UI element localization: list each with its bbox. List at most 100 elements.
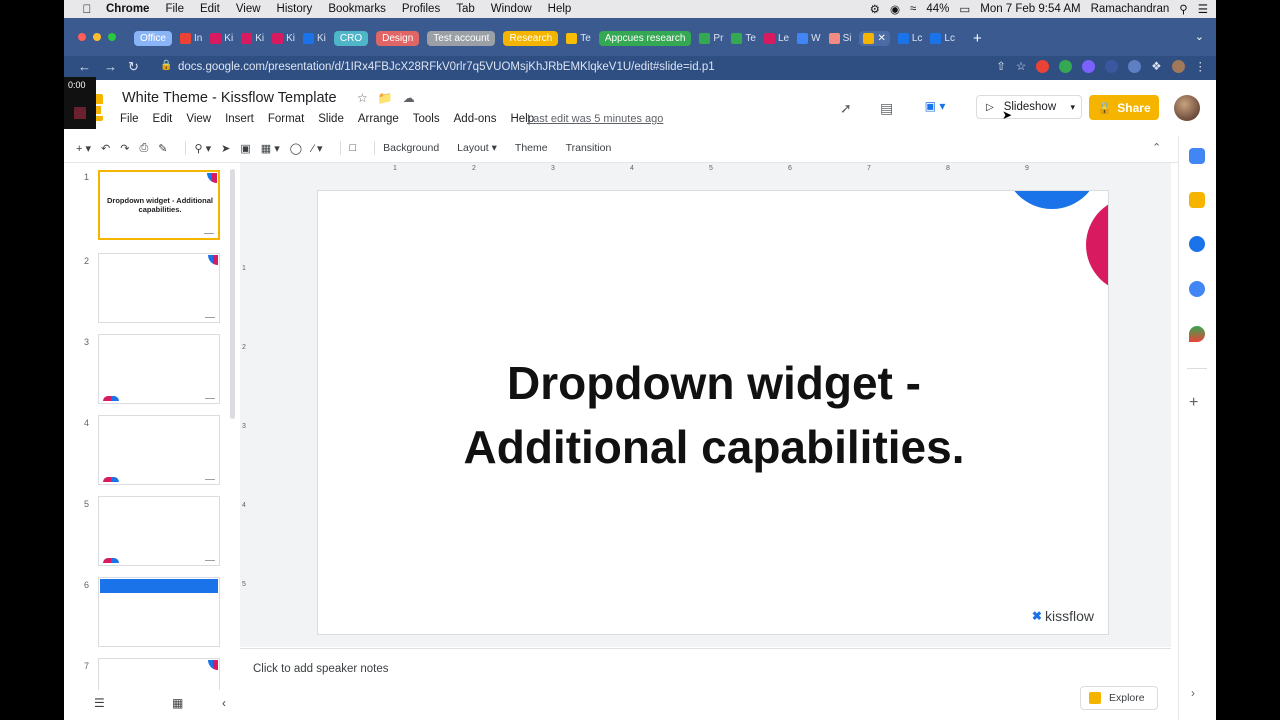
menu-slide[interactable]: Slide: [318, 113, 344, 125]
maps-icon[interactable]: [1189, 326, 1205, 342]
tab[interactable]: Ki: [303, 32, 326, 44]
mac-menu-help[interactable]: Help: [548, 3, 572, 15]
image-icon[interactable]: ▦ ▾: [261, 142, 280, 155]
menu-tools[interactable]: Tools: [413, 113, 440, 125]
text-box-icon[interactable]: ▣: [240, 142, 250, 155]
spotlight-icon[interactable]: ⚲: [1179, 2, 1187, 16]
background-button[interactable]: Background: [383, 142, 439, 154]
extension-icon[interactable]: [1128, 59, 1142, 73]
document-title[interactable]: White Theme - Kissflow Template: [122, 90, 337, 106]
back-icon[interactable]: ←: [78, 59, 91, 74]
tab-group-test-account[interactable]: Test account: [427, 30, 496, 46]
menu-view[interactable]: View: [186, 113, 211, 125]
reload-icon[interactable]: ↻: [128, 59, 139, 75]
bookmark-star-icon[interactable]: ☆: [1016, 59, 1026, 73]
apple-icon[interactable]: : [76, 2, 98, 16]
gear-icon[interactable]: ⚙: [870, 2, 880, 16]
slide-thumbnail-1[interactable]: Dropdown widget - Additional capabilitie…: [98, 170, 220, 240]
tasks-icon[interactable]: [1189, 236, 1205, 252]
tab-group-office[interactable]: Office: [134, 30, 172, 46]
more-icon[interactable]: ⋮: [1195, 59, 1207, 73]
speaker-notes[interactable]: Click to add speaker notes: [253, 663, 389, 675]
comments-icon[interactable]: ▤: [880, 100, 893, 117]
mac-menu-profiles[interactable]: Profiles: [402, 3, 440, 15]
redo-icon[interactable]: ↷: [120, 142, 129, 155]
lock-icon[interactable]: 🔒: [160, 60, 172, 71]
menu-file[interactable]: File: [120, 113, 139, 125]
mac-menu-window[interactable]: Window: [491, 3, 532, 15]
tab[interactable]: W: [797, 32, 821, 44]
extension-icon[interactable]: [1082, 59, 1096, 73]
transition-button[interactable]: Transition: [566, 142, 612, 154]
tab[interactable]: Ki: [210, 32, 233, 44]
slide-thumbnail-4[interactable]: [98, 415, 220, 485]
select-icon[interactable]: ➤: [221, 142, 230, 155]
tab-group-design[interactable]: Design: [376, 30, 420, 46]
filmstrip-scrollbar[interactable]: [230, 169, 235, 419]
theme-button[interactable]: Theme: [515, 142, 548, 154]
paint-format-icon[interactable]: ✎: [158, 142, 167, 155]
new-tab-button[interactable]: +: [973, 30, 982, 47]
vertical-ruler[interactable]: 1 2 3 4 5: [242, 190, 250, 635]
present-options-button[interactable]: ▣ ▾: [918, 95, 952, 117]
tab[interactable]: Ki: [241, 32, 264, 44]
add-addon-icon[interactable]: +: [1189, 394, 1198, 412]
horizontal-ruler[interactable]: 1 2 3 4 5 6 7 8 9: [318, 164, 1171, 176]
battery-icon[interactable]: ▭: [959, 2, 970, 16]
slideshow-dropdown-icon[interactable]: ▾: [1070, 102, 1075, 113]
collapse-filmstrip-icon[interactable]: ‹: [222, 696, 226, 710]
mac-menu-file[interactable]: File: [165, 3, 184, 15]
move-folder-icon[interactable]: 📁: [378, 91, 393, 105]
clock[interactable]: Mon 7 Feb 9:54 AM: [980, 3, 1080, 15]
mac-menu-edit[interactable]: Edit: [200, 3, 220, 15]
calendar-icon[interactable]: [1189, 148, 1205, 164]
undo-icon[interactable]: ↶: [101, 142, 110, 155]
mac-menu-bookmarks[interactable]: Bookmarks: [328, 3, 386, 15]
menu-edit[interactable]: Edit: [153, 113, 173, 125]
shape-icon[interactable]: ◯: [290, 142, 302, 155]
star-icon[interactable]: ☆: [357, 91, 368, 105]
notes-divider[interactable]: [240, 648, 1171, 649]
control-center-icon[interactable]: ☰: [1198, 2, 1208, 16]
forward-icon[interactable]: →: [104, 59, 117, 74]
slideshow-button[interactable]: ▷ Slideshow ▾: [976, 95, 1082, 119]
extension-icon[interactable]: [1059, 59, 1073, 73]
line-icon[interactable]: ∕ ▾: [312, 142, 322, 155]
tab[interactable]: Pr: [699, 32, 723, 44]
mac-menu-history[interactable]: History: [277, 3, 313, 15]
wifi-icon[interactable]: ≈: [910, 3, 916, 15]
tab-group-research[interactable]: Research: [503, 30, 559, 46]
app-name[interactable]: Chrome: [106, 3, 149, 15]
account-avatar[interactable]: [1174, 95, 1200, 121]
menu-addons[interactable]: Add-ons: [454, 113, 497, 125]
menu-format[interactable]: Format: [268, 113, 304, 125]
chevron-up-icon[interactable]: ⌃: [1152, 141, 1161, 154]
puzzle-icon[interactable]: ❖: [1151, 59, 1161, 73]
extension-icon[interactable]: [1105, 59, 1119, 73]
tab[interactable]: Te: [566, 32, 591, 44]
tab-active-slides[interactable]: ✕: [859, 30, 890, 46]
last-edit-link[interactable]: Last edit was 5 minutes ago: [527, 113, 663, 125]
tab[interactable]: Lc: [930, 32, 955, 44]
profile-avatar[interactable]: [1171, 59, 1185, 73]
tab-search-icon[interactable]: ⌄: [1195, 30, 1204, 43]
mac-menu-view[interactable]: View: [236, 3, 261, 15]
minimize-window-button[interactable]: [93, 33, 101, 41]
tab[interactable]: Te: [731, 32, 756, 44]
slide-thumbnail-6[interactable]: [98, 577, 220, 647]
share-button[interactable]: 🔒 Share: [1089, 95, 1159, 120]
comment-add-icon[interactable]: □: [349, 142, 356, 154]
filmstrip-view-icon[interactable]: ☰: [94, 696, 105, 710]
contacts-icon[interactable]: [1189, 281, 1205, 297]
chevron-right-icon[interactable]: ›: [1191, 686, 1195, 700]
print-icon[interactable]: ⎙: [139, 142, 148, 155]
menu-arrange[interactable]: Arrange: [358, 113, 399, 125]
tab-group-appcues-research[interactable]: Appcues research: [598, 30, 692, 46]
tab[interactable]: In: [179, 32, 202, 44]
tab-group-cro[interactable]: CRO: [333, 30, 369, 46]
url-field[interactable]: docs.google.com/presentation/d/1IRx4FBJc…: [178, 61, 715, 73]
slide-thumbnail-2[interactable]: [98, 253, 220, 323]
stop-recording-icon[interactable]: [74, 107, 86, 119]
close-icon[interactable]: ✕: [877, 33, 885, 44]
maximize-window-button[interactable]: [108, 33, 116, 41]
